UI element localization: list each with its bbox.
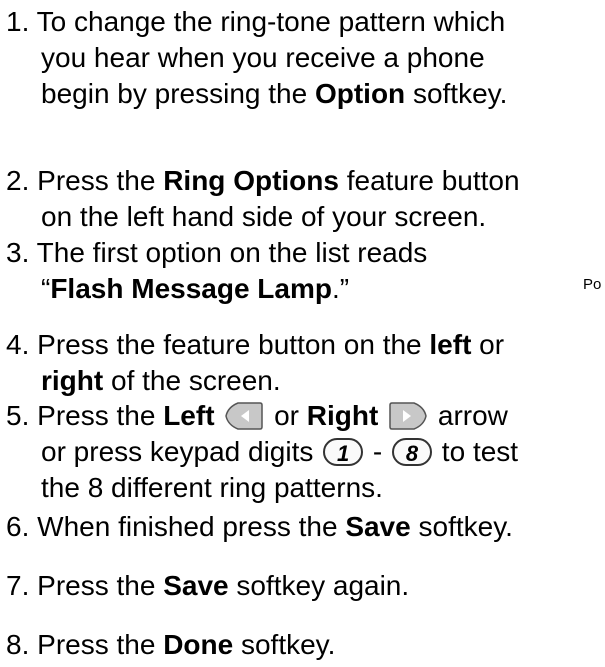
step-number: 7. bbox=[6, 570, 30, 601]
step-text: To change the ring-tone pattern which bbox=[36, 6, 506, 37]
step-3: 3. The first option on the list reads “F… bbox=[6, 235, 427, 307]
step-text: softkey again. bbox=[228, 570, 410, 601]
step-number: 5. bbox=[6, 400, 30, 431]
step-number: 8. bbox=[6, 629, 30, 660]
instruction-page: 1. To change the ring-tone pattern which… bbox=[0, 0, 605, 667]
step-text: softkey. bbox=[233, 629, 336, 660]
open-quote: “ bbox=[41, 273, 51, 304]
step-text: or bbox=[471, 329, 505, 360]
step-text: Press the bbox=[37, 400, 164, 431]
step-8: 8. Press the Done softkey. bbox=[6, 627, 335, 663]
left-label: left bbox=[429, 329, 472, 360]
close-quote: .” bbox=[331, 273, 350, 304]
option-softkey-label: Option bbox=[314, 78, 406, 109]
step-text: begin by pressing the bbox=[41, 78, 315, 109]
right-arrow-label: Right bbox=[306, 400, 379, 431]
step-number: 6. bbox=[6, 511, 30, 542]
right-label: right bbox=[41, 365, 104, 396]
step-text: of the screen. bbox=[103, 365, 281, 396]
keypad-digit-1-icon: 1 bbox=[323, 437, 364, 466]
step-5: 5. Press the Left or Right arrow or pres… bbox=[6, 398, 518, 506]
step-text: to test bbox=[434, 436, 519, 467]
step-4: 4. Press the feature button on the left … bbox=[6, 327, 504, 399]
save-softkey-label: Save bbox=[345, 511, 411, 542]
step-number: 4. bbox=[6, 329, 30, 360]
step-number: 3. bbox=[6, 237, 30, 268]
step-text: or bbox=[266, 400, 307, 431]
step-text: softkey. bbox=[405, 78, 508, 109]
step-text: Press the feature button on the bbox=[37, 329, 430, 360]
step-2: 2. Press the Ring Options feature button… bbox=[6, 163, 520, 235]
step-7: 7. Press the Save softkey again. bbox=[6, 568, 409, 604]
step-text: The first option on the list reads bbox=[36, 237, 428, 268]
flash-message-lamp-label: Flash Message Lamp bbox=[50, 273, 332, 304]
left-arrow-label: Left bbox=[163, 400, 215, 431]
step-text: - bbox=[365, 436, 391, 467]
step-text: you hear when you receive a phone bbox=[41, 42, 485, 73]
keypad-digit-8-icon: 8 bbox=[392, 437, 433, 466]
step-text: the 8 different ring patterns. bbox=[41, 472, 383, 503]
step-number: 2. bbox=[6, 165, 30, 196]
step-6: 6. When finished press the Save softkey. bbox=[6, 509, 513, 545]
step-text: Press the bbox=[37, 570, 164, 601]
step-text: arrow bbox=[430, 400, 508, 431]
side-note: Po bbox=[583, 276, 602, 293]
step-1: 1. To change the ring-tone pattern which… bbox=[6, 4, 507, 112]
right-arrow-key-icon bbox=[388, 401, 428, 431]
step-text: on the left hand side of your screen. bbox=[41, 201, 487, 232]
done-softkey-label: Done bbox=[163, 629, 234, 660]
step-text: feature button bbox=[338, 165, 520, 196]
step-text: When finished press the bbox=[37, 511, 346, 542]
save-softkey-label: Save bbox=[163, 570, 229, 601]
step-number: 1. bbox=[6, 6, 30, 37]
ring-options-label: Ring Options bbox=[163, 165, 339, 196]
step-text: Press the bbox=[37, 629, 164, 660]
step-text: or press keypad digits bbox=[41, 436, 322, 467]
left-arrow-key-icon bbox=[224, 401, 264, 431]
step-text: Press the bbox=[37, 165, 164, 196]
step-text: softkey. bbox=[410, 511, 513, 542]
